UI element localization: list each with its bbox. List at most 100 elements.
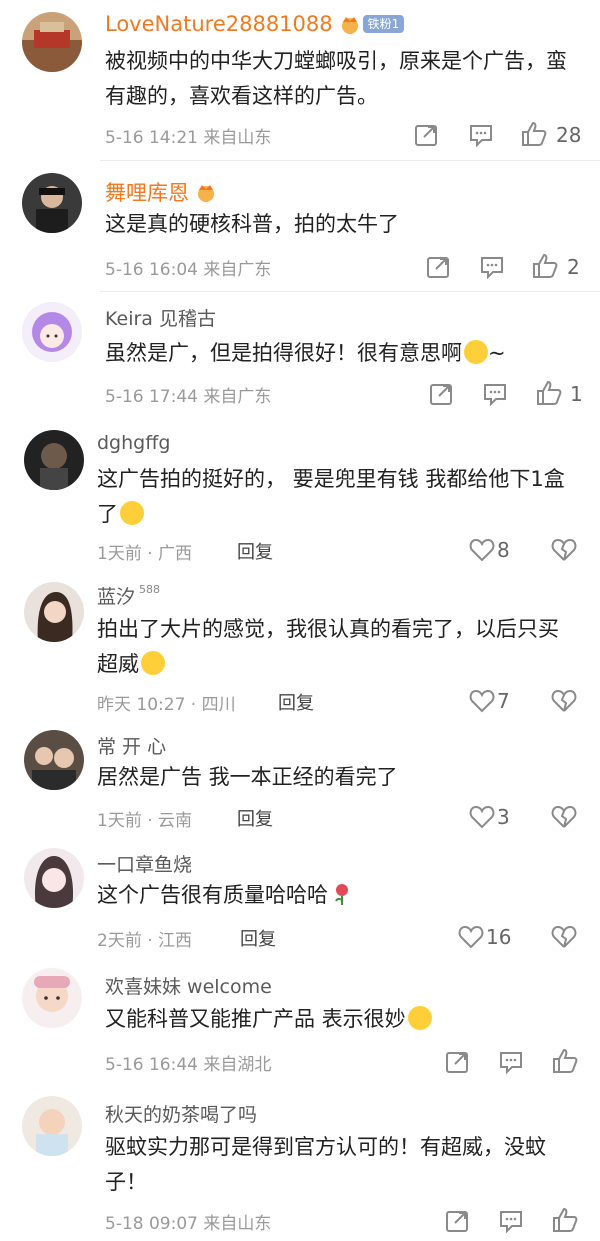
reply-button[interactable]: 回复 xyxy=(278,689,314,715)
comment-text: 又能科普又能推广产品 表示很妙 xyxy=(105,1002,575,1037)
thumbs-up-icon[interactable] xyxy=(531,252,559,280)
username-text[interactable]: 舞哩库恩 xyxy=(105,177,189,207)
comment-meta: 5-16 17:44 来自广东 xyxy=(105,387,272,407)
share-icon[interactable] xyxy=(443,1207,471,1235)
avatar[interactable] xyxy=(22,173,82,233)
comment-text: 这个广告很有质量哈哈哈 xyxy=(97,878,567,913)
face-emoji-icon xyxy=(464,340,488,364)
username-text[interactable]: 蓝汐 xyxy=(97,582,135,609)
avatar[interactable] xyxy=(22,12,82,72)
like-count: 1 xyxy=(570,382,583,406)
username-text[interactable]: 常 开 心 xyxy=(97,732,166,759)
username[interactable]: 蓝汐 588 xyxy=(97,582,160,609)
comment-item: 蓝汐 588 拍出了大片的感觉，我很认真的看完了，以后只买超威 昨天 10:27… xyxy=(0,574,600,724)
comment-text-body: 拍出了大片的感觉，我很认真的看完了，以后只买超威 xyxy=(97,617,559,676)
comment-icon[interactable] xyxy=(497,1207,525,1235)
comment-meta: 1天前 · 云南 xyxy=(97,811,193,831)
comment-meta: 5-16 16:44 来自湖北 xyxy=(105,1055,272,1075)
comment-meta: 5-18 09:07 来自山东 xyxy=(105,1214,272,1234)
avatar[interactable] xyxy=(22,968,82,1028)
comment-icon[interactable] xyxy=(478,253,506,281)
comment-icon[interactable] xyxy=(497,1048,525,1076)
username[interactable]: 一口章鱼烧 xyxy=(97,850,192,877)
comment-meta: 昨天 10:27 · 四川 xyxy=(97,695,236,715)
like-count: 8 xyxy=(497,538,510,562)
reply-button[interactable]: 回复 xyxy=(240,925,276,951)
comment-item: dghgffg 这广告拍的挺好的， 要是兜里有钱 我都给他下1盒了 1天前 · … xyxy=(0,424,600,574)
comment-meta: 5-16 14:21 来自山东 xyxy=(105,128,272,148)
username[interactable]: Keira 见稽古 xyxy=(105,304,216,331)
comment-text-body: 虽然是广，但是拍得很好！很有意思啊 xyxy=(105,341,462,365)
fan-badge: 铁粉1 xyxy=(362,15,405,33)
comment-meta: 1天前 · 广西 xyxy=(97,544,193,564)
avatar[interactable] xyxy=(24,848,84,908)
comment-icon[interactable] xyxy=(467,121,495,149)
clapping-emoji-icon xyxy=(407,1006,432,1030)
username[interactable]: 常 开 心 xyxy=(97,732,166,759)
username-text[interactable]: Keira 见稽古 xyxy=(105,304,216,331)
comment-text: 这是真的硬核科普，拍的太牛了 xyxy=(105,212,399,236)
comment-item: LoveNature28881088 铁粉1 被视频中的中华大刀螳螂吸引，原来是… xyxy=(0,0,600,160)
username[interactable]: 欢喜妹妹 welcome xyxy=(105,972,272,999)
heart-icon[interactable] xyxy=(468,687,496,715)
comment-item: 舞哩库恩 这是真的硬核科普，拍的太牛了 5-16 16:04 来自广东 2 xyxy=(0,161,600,291)
comment-meta: 2天前 · 江西 xyxy=(97,931,193,951)
username-text[interactable]: 一口章鱼烧 xyxy=(97,850,192,877)
avatar[interactable] xyxy=(22,302,82,362)
broken-heart-icon[interactable] xyxy=(550,536,578,564)
share-icon[interactable] xyxy=(443,1048,471,1076)
comment-text: 拍出了大片的感觉，我很认真的看完了，以后只买超威 xyxy=(97,612,567,682)
username-text[interactable]: 秋天的奶茶喝了吗 xyxy=(105,1100,257,1127)
comment-text-body: 这个广告很有质量哈哈哈 xyxy=(97,883,328,907)
share-icon[interactable] xyxy=(424,253,452,281)
broken-heart-icon[interactable] xyxy=(550,687,578,715)
like-count: 16 xyxy=(486,925,512,949)
username[interactable]: 秋天的奶茶喝了吗 xyxy=(105,1100,257,1127)
broken-heart-icon[interactable] xyxy=(550,923,578,951)
username-text[interactable]: dghgffg xyxy=(97,432,170,454)
laughing-emoji-icon xyxy=(120,501,144,525)
comment-text-body: 又能科普又能推广产品 表示很妙 xyxy=(105,1007,406,1031)
broken-heart-icon[interactable] xyxy=(550,803,578,831)
comment-text-body: 这广告拍的挺好的， 要是兜里有钱 我都给他下1盒了 xyxy=(97,467,565,526)
comment-item: Keira 见稽古 虽然是广，但是拍得很好！很有意思啊 ~ 5-16 17:44 … xyxy=(0,292,600,424)
heart-icon[interactable] xyxy=(468,803,496,831)
like-count: 2 xyxy=(567,255,580,279)
username[interactable]: dghgffg xyxy=(97,432,170,454)
comment-text: 居然是广告 我一本正经的看完了 xyxy=(97,765,398,789)
comment-text: 虽然是广，但是拍得很好！很有意思啊 ~ xyxy=(105,336,575,371)
reply-button[interactable]: 回复 xyxy=(237,805,273,831)
reply-button[interactable]: 回复 xyxy=(237,538,273,564)
comment-text: 被视频中的中华大刀螳螂吸引，原来是个广告，蛮有趣的，喜欢看这样的广告。 xyxy=(105,49,567,108)
username[interactable]: LoveNature28881088 铁粉1 xyxy=(105,12,405,36)
username-text[interactable]: LoveNature28881088 xyxy=(105,12,333,36)
thumbs-up-icon[interactable] xyxy=(520,120,548,148)
user-level-badge: 588 xyxy=(139,583,161,596)
heart-icon[interactable] xyxy=(468,536,496,564)
comment-meta: 5-16 16:04 来自广东 xyxy=(105,260,272,280)
share-icon[interactable] xyxy=(412,121,440,149)
comment-item: 秋天的奶茶喝了吗 驱蚊实力那可是得到官方认可的！有超威，没蚊子！ 5-18 09… xyxy=(0,1090,600,1241)
like-count: 28 xyxy=(556,123,582,147)
thumbs-up-icon[interactable] xyxy=(551,1047,579,1075)
comment-icon[interactable] xyxy=(481,380,509,408)
avatar[interactable] xyxy=(24,730,84,790)
username-text[interactable]: 欢喜妹妹 welcome xyxy=(105,972,272,999)
avatar[interactable] xyxy=(24,430,84,490)
comment-item: 一口章鱼烧 这个广告很有质量哈哈哈 2天前 · 江西 回复 16 xyxy=(0,842,600,962)
comment-text: 这广告拍的挺好的， 要是兜里有钱 我都给他下1盒了 xyxy=(97,462,567,532)
avatar[interactable] xyxy=(22,1096,82,1156)
rose-icon xyxy=(330,882,354,906)
heart-icon[interactable] xyxy=(457,923,485,951)
comment-text-tail: ~ xyxy=(488,341,506,365)
username[interactable]: 舞哩库恩 xyxy=(105,177,217,207)
crown-icon xyxy=(339,13,361,35)
grinning-emoji-icon xyxy=(141,651,165,675)
share-icon[interactable] xyxy=(427,380,455,408)
thumbs-up-icon[interactable] xyxy=(551,1206,579,1234)
comment-item: 常 开 心 居然是广告 我一本正经的看完了 1天前 · 云南 回复 3 xyxy=(0,724,600,842)
comment-text: 驱蚊实力那可是得到官方认可的！有超威，没蚊子！ xyxy=(105,1135,546,1194)
thumbs-up-icon[interactable] xyxy=(535,379,563,407)
comment-item: 欢喜妹妹 welcome 又能科普又能推广产品 表示很妙 5-16 16:44 … xyxy=(0,962,600,1090)
avatar[interactable] xyxy=(24,582,84,642)
